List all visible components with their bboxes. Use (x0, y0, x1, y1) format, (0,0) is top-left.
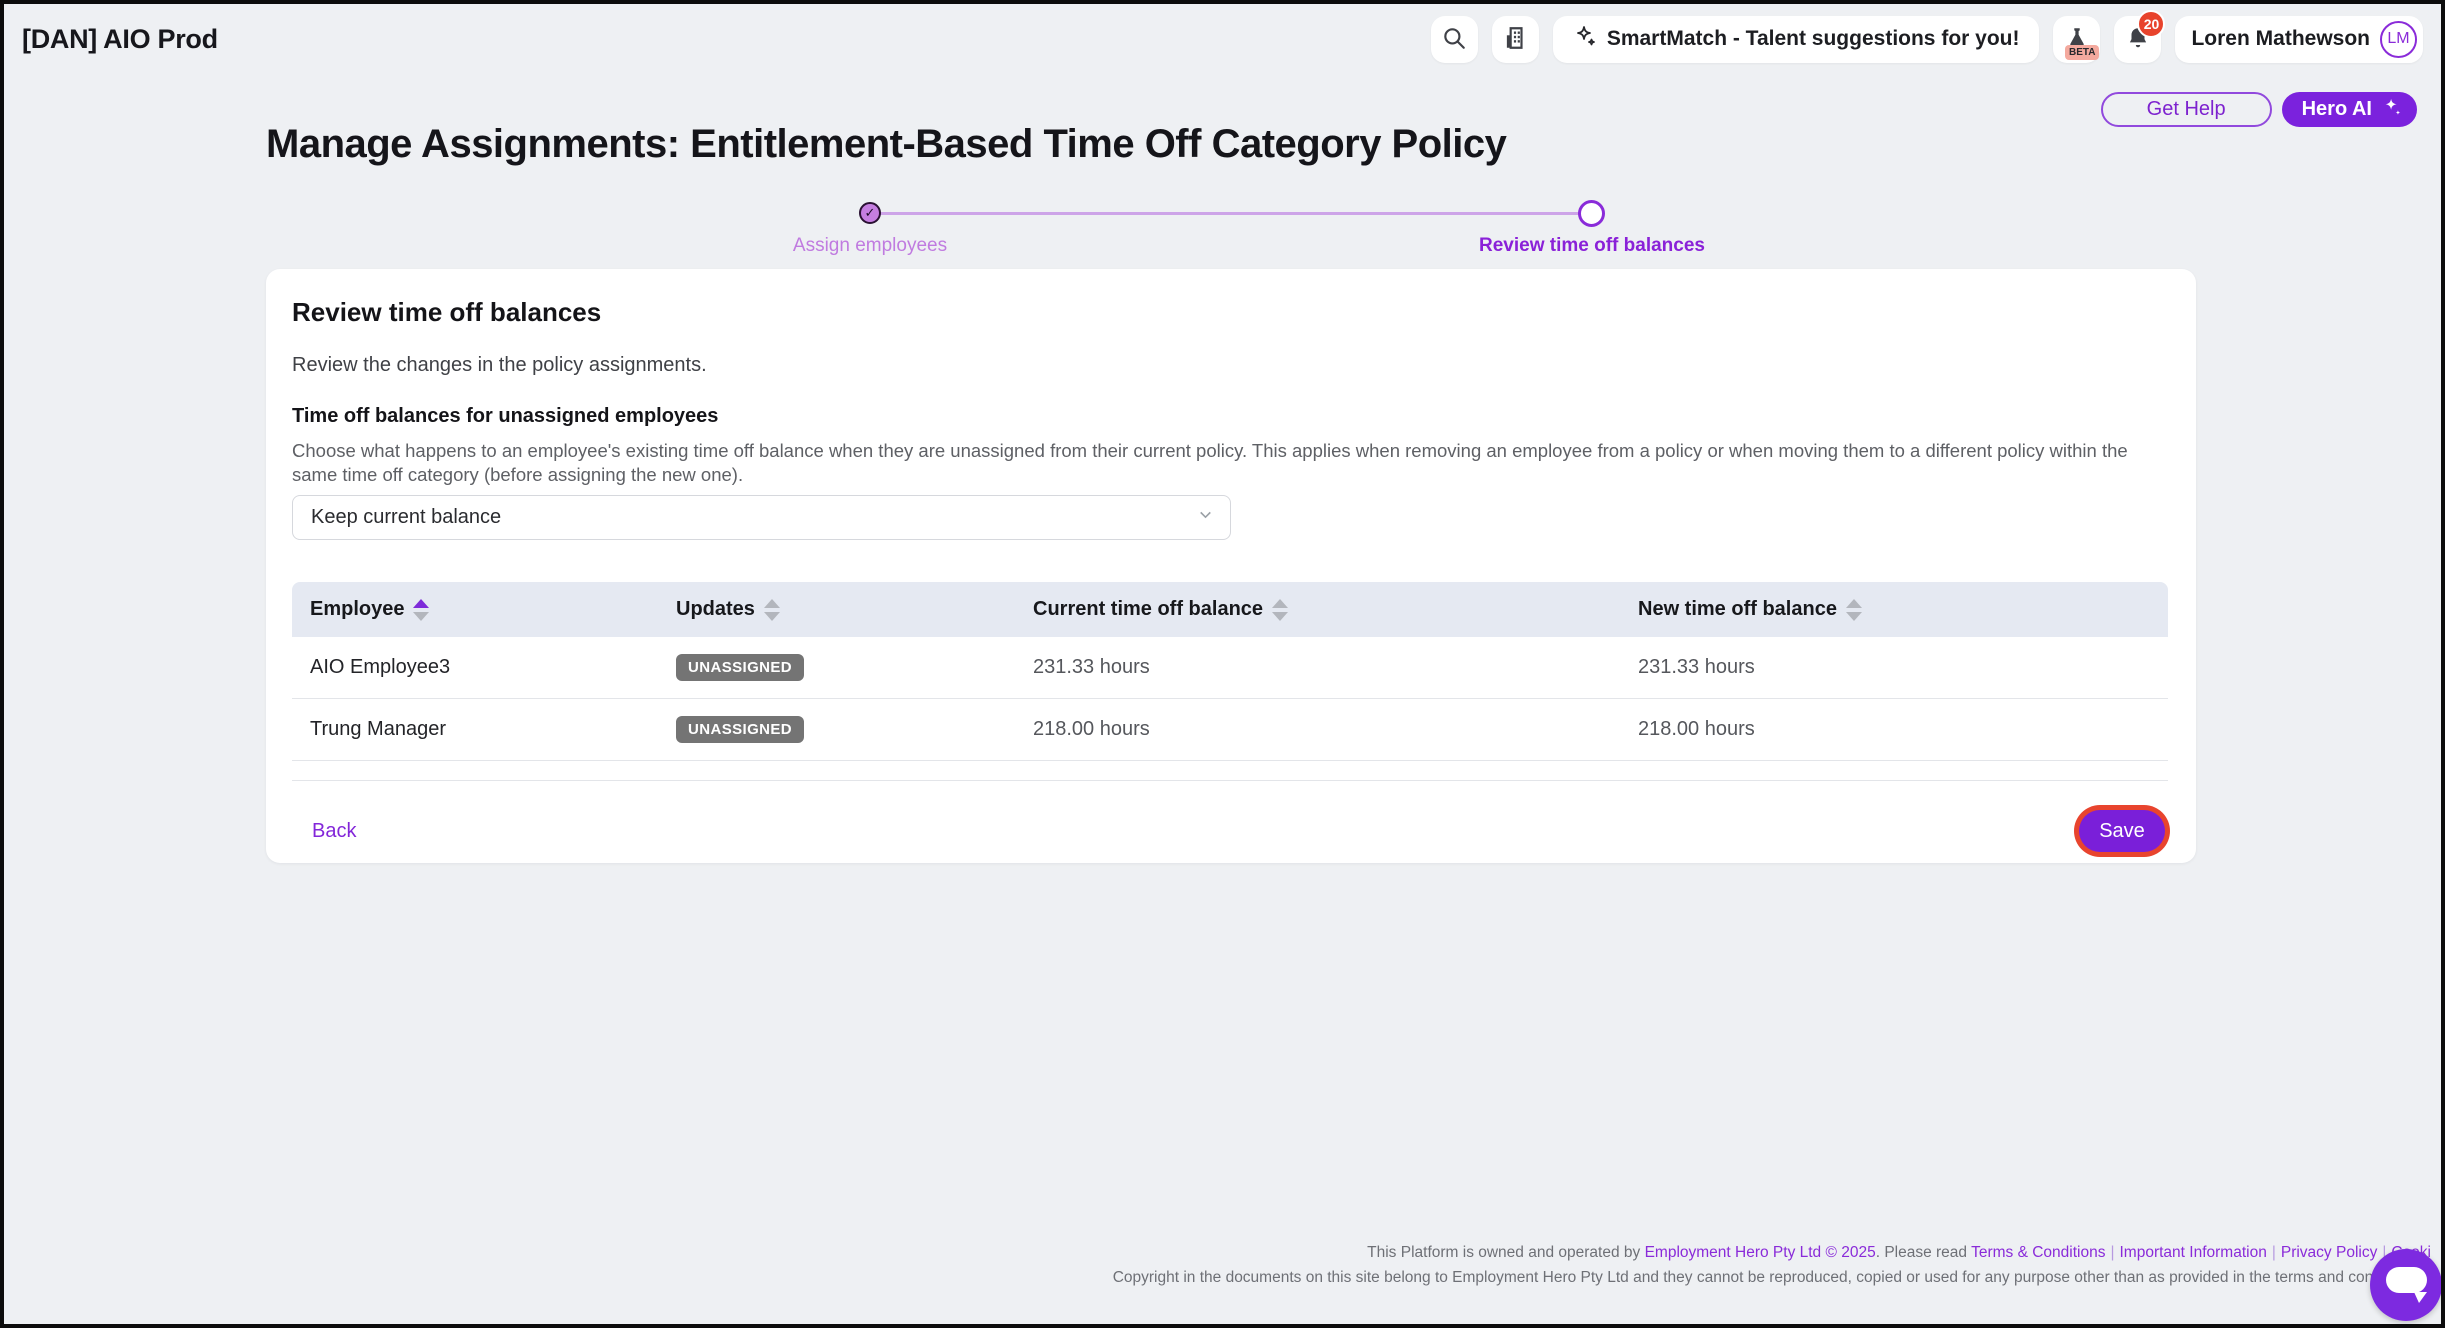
sort-icon (764, 599, 780, 621)
new-balance: 231.33 hours (1620, 656, 2168, 679)
user-menu-button[interactable]: Loren Mathewson LM (2175, 16, 2423, 63)
page-title: Manage Assignments: Entitlement-Based Ti… (266, 122, 1506, 167)
section-heading: Time off balances for unassigned employe… (292, 405, 2168, 428)
column-label: Current time off balance (1033, 598, 1263, 621)
smartmatch-label: SmartMatch - Talent suggestions for you! (1607, 27, 2020, 51)
status-badge: UNASSIGNED (676, 716, 804, 743)
building-icon (1502, 25, 1528, 54)
privacy-policy-link[interactable]: Privacy Policy (2281, 1244, 2377, 1261)
status-badge: UNASSIGNED (676, 654, 804, 681)
separator: | (2272, 1244, 2276, 1261)
sort-icon (413, 599, 429, 621)
topbar: [DAN] AIO Prod SmartMatch - Talent sugge… (4, 4, 2441, 74)
back-button[interactable]: Back (312, 820, 356, 843)
balance-select[interactable]: Keep current balance (292, 495, 1231, 540)
stepper-connector (870, 212, 1592, 215)
hero-ai-label: Hero AI (2302, 98, 2372, 121)
hero-ai-button[interactable]: Hero AI (2282, 92, 2417, 127)
sort-icon (1272, 599, 1288, 621)
current-balance: 218.00 hours (1015, 718, 1620, 741)
column-header-current-balance[interactable]: Current time off balance (1015, 598, 1620, 621)
footer-line1: This Platform is owned and operated by E… (1113, 1241, 2431, 1266)
card-actions: Back Save (292, 805, 2168, 857)
table-row: Trung Manager UNASSIGNED 218.00 hours 21… (292, 699, 2168, 761)
sort-icon (1846, 599, 1862, 621)
table-header-row: Employee Updates Current time off balanc… (292, 582, 2168, 637)
notifications-button[interactable]: 20 (2114, 16, 2161, 63)
avatar: LM (2380, 21, 2417, 58)
notification-count-badge: 20 (2137, 10, 2165, 38)
owner-link[interactable]: Employment Hero Pty Ltd © 2025 (1645, 1244, 1876, 1261)
search-icon (1441, 25, 1467, 54)
smartmatch-button[interactable]: SmartMatch - Talent suggestions for you! (1553, 16, 2040, 63)
terms-link[interactable]: Terms & Conditions (1971, 1244, 2105, 1261)
column-label: New time off balance (1638, 598, 1837, 621)
column-header-employee[interactable]: Employee (292, 598, 658, 621)
column-label: Employee (310, 598, 404, 621)
page: [DAN] AIO Prod SmartMatch - Talent sugge… (0, 0, 2445, 1328)
beta-badge: BETA (2065, 45, 2099, 60)
sparkle-icon (2381, 96, 2403, 124)
chat-widget-button[interactable] (2370, 1249, 2442, 1321)
column-header-updates[interactable]: Updates (658, 598, 1015, 621)
column-header-new-balance[interactable]: New time off balance (1620, 598, 2168, 621)
divider (292, 780, 2168, 781)
step-assign-employees-circle[interactable]: ✓ (859, 202, 881, 224)
section-description: Choose what happens to an employee's exi… (292, 439, 2162, 487)
important-information-link[interactable]: Important Information (2120, 1244, 2267, 1261)
search-button[interactable] (1431, 16, 1478, 63)
footer: This Platform is owned and operated by E… (1113, 1241, 2431, 1290)
help-row: Get Help Hero AI (2101, 92, 2417, 127)
labs-button[interactable]: BETA (2053, 16, 2100, 63)
card-title: Review time off balances (292, 297, 2168, 328)
chat-bubble-icon (2370, 1248, 2442, 1323)
new-balance: 218.00 hours (1620, 718, 2168, 741)
footer-text: . Please read (1876, 1244, 1971, 1261)
employee-name: AIO Employee3 (292, 656, 658, 679)
get-help-button[interactable]: Get Help (2101, 92, 2272, 127)
step-review-balances-circle (1578, 200, 1605, 227)
sparkle-icon (1573, 24, 1597, 54)
stepper: ✓ Assign employees Review time off balan… (266, 201, 2196, 265)
footer-line2: Copyright in the documents on this site … (1113, 1266, 2431, 1291)
check-icon: ✓ (865, 205, 876, 221)
user-name: Loren Mathewson (2191, 27, 2370, 51)
topbar-actions: SmartMatch - Talent suggestions for you!… (1431, 16, 2423, 63)
employee-name: Trung Manager (292, 718, 658, 741)
save-button[interactable]: Save (2079, 810, 2165, 852)
column-label: Updates (676, 598, 755, 621)
balances-table: Employee Updates Current time off balanc… (292, 582, 2168, 761)
step-review-balances-label: Review time off balances (1442, 235, 1742, 257)
current-balance: 231.33 hours (1015, 656, 1620, 679)
app-title: [DAN] AIO Prod (22, 24, 218, 55)
card-subtitle: Review the changes in the policy assignm… (292, 354, 2168, 377)
separator: | (2110, 1244, 2114, 1261)
step-assign-employees-label[interactable]: Assign employees (720, 235, 1020, 257)
balance-select-value: Keep current balance (311, 506, 501, 529)
table-row: AIO Employee3 UNASSIGNED 231.33 hours 23… (292, 637, 2168, 699)
chevron-down-icon (1197, 506, 1214, 529)
footer-text: This Platform is owned and operated by (1367, 1244, 1644, 1261)
review-card: Review time off balances Review the chan… (266, 269, 2196, 863)
organisation-button[interactable] (1492, 16, 1539, 63)
